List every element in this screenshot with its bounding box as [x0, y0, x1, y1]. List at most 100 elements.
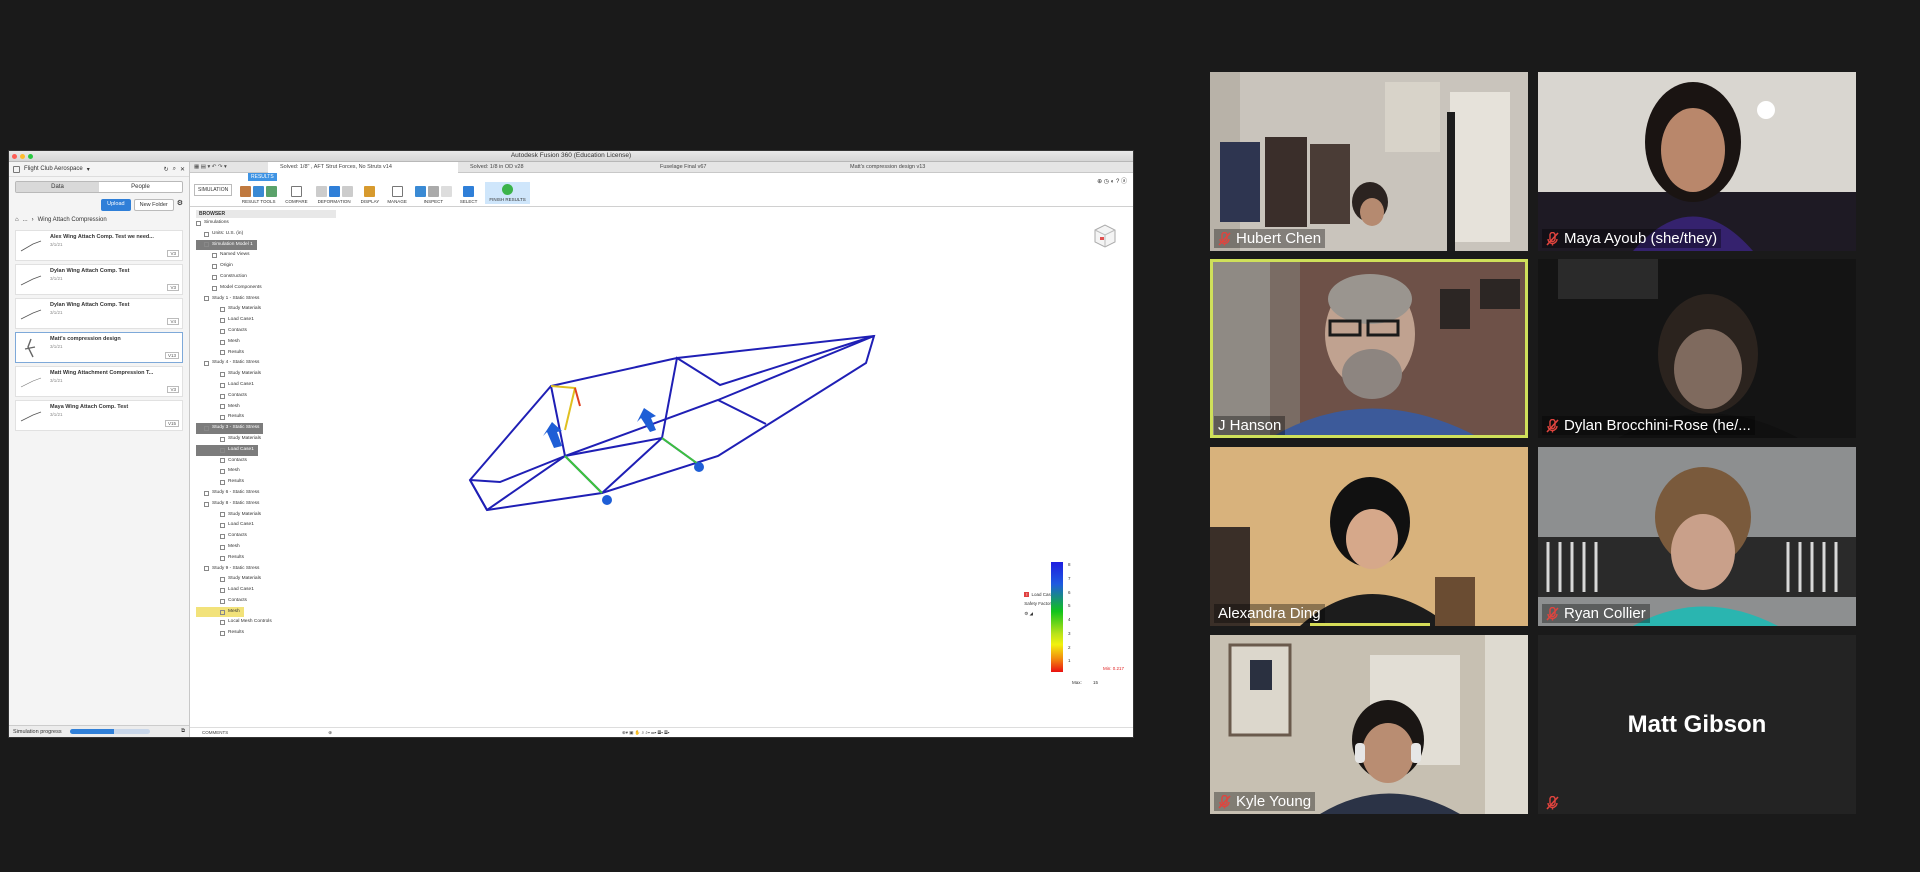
version-badge[interactable]: V13 [164, 352, 179, 359]
doc-tab[interactable]: Solved: 1/8 in OD v28 [458, 164, 648, 170]
file-item[interactable]: Alex Wing Attach Comp. Test we need... 3… [15, 230, 183, 261]
browser-node[interactable]: Contacts [196, 456, 336, 467]
file-item[interactable]: Maya Wing Attach Comp. Test 3/1/21 V15 [15, 400, 183, 431]
version-badge[interactable]: V3 [167, 386, 179, 393]
file-item[interactable]: Dylan Wing Attach Comp. Test 3/1/21 V4 [15, 298, 183, 329]
search-icon[interactable]: ⌕ [173, 166, 176, 173]
browser-node[interactable]: Contacts [196, 326, 336, 337]
browser-node[interactable]: Study 3 - Static Stress [196, 423, 264, 434]
model-canvas[interactable]: !Load Case1▾ Safety Factor▾ ⚙ ◢ 87654321… [340, 210, 1133, 727]
file-date: 3/1/21 [50, 276, 63, 281]
doc-tab[interactable]: Fuselage Final v67 [648, 164, 838, 170]
doc-tab[interactable]: Solved: 1/8" , AFT Strut Forces, No Stru… [268, 161, 458, 173]
home-icon[interactable]: ⌂ [15, 217, 19, 223]
browser-node[interactable]: Local Mesh Controls [196, 617, 336, 628]
browser-node[interactable]: Results [196, 348, 336, 359]
browser-node[interactable]: Load Case1 [196, 585, 336, 596]
node-icon [220, 447, 225, 453]
workspace-switcher[interactable]: SIMULATION [194, 184, 233, 196]
version-badge[interactable]: V3 [167, 250, 179, 257]
header-icons[interactable]: ⊕ ◷ ◐ ? ⓐ [1097, 176, 1127, 185]
new-folder-button[interactable]: New Folder [133, 199, 174, 211]
browser-node[interactable]: Study Materials [196, 574, 336, 585]
browser-node[interactable]: Study 4 - Static Stress [196, 358, 336, 369]
browser-node[interactable]: Model Components [196, 283, 336, 294]
browser-node[interactable]: Simulation Model 1 [196, 239, 257, 251]
browser-node[interactable]: Results [196, 477, 336, 488]
browser-node[interactable]: Units: U.S. (in) [196, 229, 336, 240]
browser-node[interactable]: Contacts [196, 596, 336, 607]
video-tile[interactable]: Hubert Chen [1210, 72, 1528, 251]
file-item[interactable]: Dylan Wing Attach Comp. Test 3/1/21 V3 [15, 264, 183, 295]
breadcrumb-more[interactable]: ... [23, 217, 28, 223]
browser-node[interactable]: Simulations [196, 218, 336, 229]
settings-icon[interactable]: ⚙ [177, 199, 183, 211]
browser-node[interactable]: Mesh [196, 542, 336, 553]
browser-node[interactable]: Load Case1 [196, 520, 336, 531]
comments-label[interactable]: COMMENTS [202, 730, 228, 735]
manage-group[interactable]: MANAGE [387, 186, 407, 204]
project-name[interactable]: Flight Club Aerospace [24, 166, 83, 172]
version-badge[interactable]: V4 [167, 318, 179, 325]
version-badge[interactable]: V3 [167, 284, 179, 291]
browser-node[interactable]: Named Views [196, 250, 336, 261]
browser-node[interactable]: Results [196, 412, 336, 423]
chevron-down-icon[interactable]: ▾ [87, 166, 90, 173]
browser-node[interactable]: Load Case1 [196, 444, 258, 456]
browser-node[interactable]: Study Materials [196, 434, 336, 445]
navigation-tools[interactable]: ⊕▾ ▣ ✋ ⌕ ⌕▾ ▭▾ ▦▾ ▤▾ [622, 730, 670, 736]
video-tile[interactable]: Alexandra Ding [1210, 447, 1528, 626]
compare-group[interactable]: COMPARE [285, 186, 308, 204]
version-badge[interactable]: V15 [164, 420, 179, 427]
refresh-icon[interactable]: ↻ [164, 166, 169, 173]
video-tile-off[interactable]: Matt Gibson [1538, 635, 1856, 814]
browser-node[interactable]: Mesh [196, 402, 336, 413]
video-tile-active-speaker[interactable]: J Hanson [1210, 259, 1528, 438]
app-menu-icons[interactable]: ▦ ▤ ▾ ↶ ↷ ▾ [190, 164, 268, 170]
browser-node[interactable]: Load Case1 [196, 380, 336, 391]
muted-mic-icon [1546, 796, 1559, 810]
inspect-group[interactable]: INSPECT [414, 186, 452, 204]
browser-node[interactable]: Load Case1 [196, 315, 336, 326]
browser-node[interactable]: Results [196, 628, 336, 639]
select-group[interactable]: SELECT [460, 186, 477, 204]
display-group[interactable]: DISPLAY [361, 186, 379, 204]
grid-icon[interactable] [13, 165, 20, 173]
browser-node[interactable]: Mesh [196, 606, 244, 618]
browser-node[interactable]: Origin [196, 261, 336, 272]
tab-people[interactable]: People [99, 182, 182, 192]
browser-node[interactable]: Study Materials [196, 510, 336, 521]
browser-node[interactable]: Study 1 - Static Stress [196, 294, 336, 305]
metric-select[interactable]: Safety Factor [1024, 601, 1051, 607]
browser-node[interactable]: Study 6 - Static Stress [196, 488, 336, 499]
browser-node[interactable]: Study Materials [196, 304, 336, 315]
browser-node[interactable]: Results [196, 553, 336, 564]
tab-data[interactable]: Data [16, 182, 99, 192]
view-cube-icon[interactable] [1089, 220, 1121, 252]
video-tile[interactable]: Maya Ayoub (she/they) [1538, 72, 1856, 251]
video-tile[interactable]: Kyle Young [1210, 635, 1528, 814]
result-tools-group[interactable]: RESULT TOOLS [240, 186, 278, 204]
comments-add-icon[interactable]: ⊕ [328, 730, 332, 736]
doc-tab[interactable]: Matt's compression design v13 [838, 164, 1028, 170]
node-icon [220, 587, 225, 593]
expand-icon[interactable]: ⧉ [181, 728, 185, 735]
video-tile[interactable]: Ryan Collier [1538, 447, 1856, 626]
browser-node[interactable]: Study 8 - Static Stress [196, 499, 336, 510]
browser-node[interactable]: Contacts [196, 391, 336, 402]
browser-node[interactable]: Study 9 - Static Stress [196, 564, 336, 575]
video-tile[interactable]: Dylan Brocchini-Rose (he/... [1538, 259, 1856, 438]
file-item[interactable]: Matt Wing Attachment Compression T... 3/… [15, 366, 183, 397]
file-item[interactable]: Matt's compression design 3/1/21 V13 [15, 332, 183, 363]
browser-node[interactable]: Study Materials [196, 369, 336, 380]
browser-node[interactable]: Mesh [196, 466, 336, 477]
breadcrumb-current: Wing Attach Compression [37, 217, 107, 223]
close-icon[interactable]: ✕ [180, 166, 185, 173]
browser-node[interactable]: Contacts [196, 531, 336, 542]
deformation-group[interactable]: DEFORMATION [315, 186, 353, 204]
results-tab[interactable]: RESULTS [248, 173, 277, 181]
browser-node[interactable]: Mesh [196, 337, 336, 348]
finish-results-button[interactable]: FINISH RESULTS [485, 182, 530, 204]
upload-button[interactable]: Upload [101, 199, 131, 211]
browser-node[interactable]: Construction [196, 272, 336, 283]
